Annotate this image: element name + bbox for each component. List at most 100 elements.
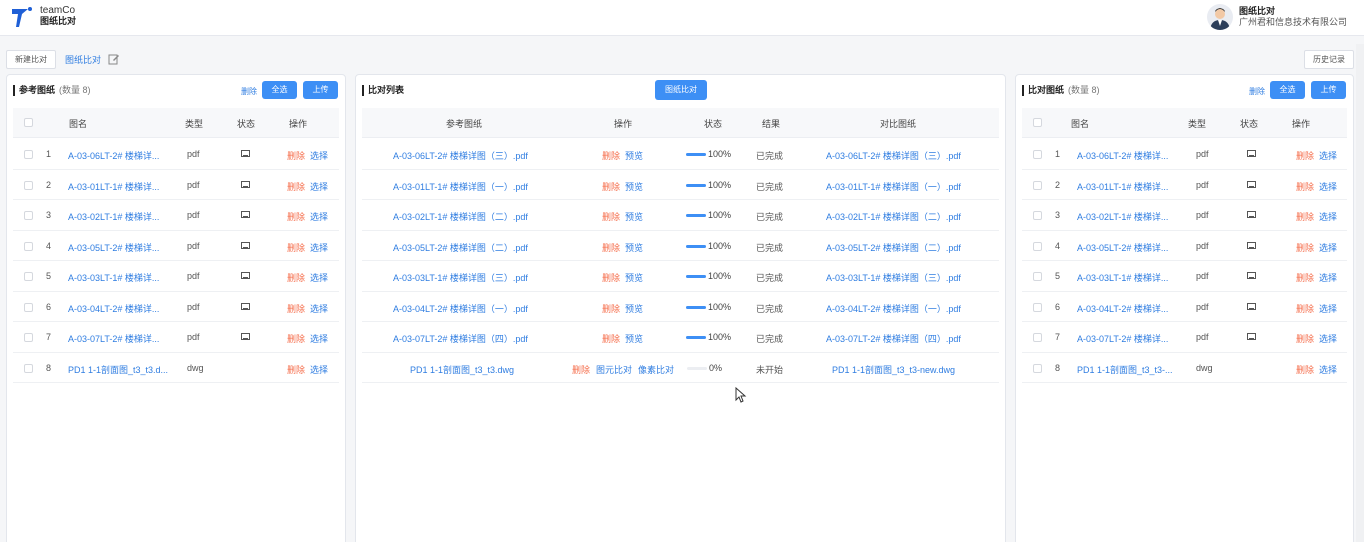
target-file-link[interactable]: PD1 1-1剖面图_t3_t3-new.dwg: [832, 363, 955, 376]
delete-link[interactable]: 删除: [602, 210, 620, 223]
delete-link[interactable]: 删除: [1296, 302, 1314, 315]
avatar[interactable]: [1207, 4, 1233, 30]
file-name-link[interactable]: A-03-04LT-2# 楼梯详...: [68, 302, 159, 315]
reference-file-link[interactable]: A-03-05LT-2# 楼梯详图（二）.pdf: [393, 241, 528, 254]
file-name-link[interactable]: A-03-07LT-2# 楼梯详...: [1077, 332, 1168, 345]
row-checkbox[interactable]: [24, 302, 33, 312]
row-checkbox[interactable]: [1033, 211, 1042, 220]
element-compare-link[interactable]: 图元比对: [596, 363, 632, 376]
delete-link[interactable]: 删除: [1296, 149, 1314, 162]
file-name-link[interactable]: A-03-03LT-1# 楼梯详...: [1077, 271, 1168, 284]
target-file-link[interactable]: A-03-01LT-1# 楼梯详图（一）.pdf: [826, 180, 961, 193]
row-checkbox[interactable]: [24, 363, 33, 373]
preview-link[interactable]: 预览: [625, 241, 643, 254]
page-scrollbar[interactable]: [1356, 44, 1364, 542]
delete-link[interactable]: 删除: [287, 180, 305, 193]
file-name-link[interactable]: A-03-04LT-2# 楼梯详...: [1077, 302, 1168, 315]
delete-link[interactable]: 删除: [287, 271, 305, 284]
preview-link[interactable]: 预览: [625, 180, 643, 193]
row-checkbox[interactable]: [1033, 180, 1042, 190]
select-link[interactable]: 选择: [1319, 241, 1337, 254]
delete-link[interactable]: 删除: [287, 302, 305, 315]
delete-link[interactable]: 删除: [287, 210, 305, 223]
select-link[interactable]: 选择: [310, 180, 328, 193]
reference-file-link[interactable]: A-03-06LT-2# 楼梯详图（三）.pdf: [393, 149, 528, 162]
pixel-compare-link[interactable]: 像素比对: [638, 363, 674, 376]
row-checkbox[interactable]: [1033, 302, 1042, 312]
row-checkbox[interactable]: [1033, 150, 1042, 159]
delete-link[interactable]: 删除: [1296, 241, 1314, 254]
preview-link[interactable]: 预览: [625, 332, 643, 345]
delete-link[interactable]: 删除: [287, 149, 305, 162]
delete-link[interactable]: 删除: [602, 271, 620, 284]
row-checkbox[interactable]: [24, 272, 33, 281]
delete-link[interactable]: 删除: [602, 149, 620, 162]
select-link[interactable]: 选择: [310, 149, 328, 162]
select-all-checkbox[interactable]: [1033, 118, 1042, 127]
row-checkbox[interactable]: [1033, 272, 1042, 281]
delete-link[interactable]: 删除: [1296, 210, 1314, 223]
history-button[interactable]: 历史记录: [1304, 50, 1354, 69]
select-all-checkbox[interactable]: [24, 118, 33, 127]
delete-link[interactable]: 删除: [287, 241, 305, 254]
select-link[interactable]: 选择: [310, 210, 328, 223]
select-link[interactable]: 选择: [310, 302, 328, 315]
select-link[interactable]: 选择: [310, 332, 328, 345]
new-compare-button[interactable]: 新建比对: [6, 50, 56, 69]
target-file-link[interactable]: A-03-07LT-2# 楼梯详图（四）.pdf: [826, 332, 961, 345]
select-link[interactable]: 选择: [1319, 210, 1337, 223]
select-all-button[interactable]: 全选: [262, 81, 297, 99]
preview-link[interactable]: 预览: [625, 149, 643, 162]
reference-file-link[interactable]: A-03-02LT-1# 楼梯详图（二）.pdf: [393, 210, 528, 223]
breadcrumb[interactable]: 图纸比对: [65, 53, 101, 66]
delete-link[interactable]: 删除: [287, 332, 305, 345]
edit-icon[interactable]: [108, 53, 120, 65]
file-name-link[interactable]: A-03-06LT-2# 楼梯详...: [68, 149, 159, 162]
reference-file-link[interactable]: A-03-04LT-2# 楼梯详图（一）.pdf: [393, 302, 528, 315]
delete-link[interactable]: 删除: [1296, 180, 1314, 193]
select-link[interactable]: 选择: [310, 271, 328, 284]
file-name-link[interactable]: PD1 1-1剖面图_t3_t3.d...: [68, 363, 168, 376]
file-name-link[interactable]: A-03-07LT-2# 楼梯详...: [68, 332, 159, 345]
file-name-link[interactable]: A-03-01LT-1# 楼梯详...: [68, 180, 159, 193]
reference-file-link[interactable]: A-03-01LT-1# 楼梯详图（一）.pdf: [393, 180, 528, 193]
delete-selected-link[interactable]: 删除: [1249, 86, 1265, 97]
select-link[interactable]: 选择: [1319, 363, 1337, 376]
reference-file-link[interactable]: A-03-07LT-2# 楼梯详图（四）.pdf: [393, 332, 528, 345]
delete-link[interactable]: 删除: [602, 332, 620, 345]
select-link[interactable]: 选择: [1319, 302, 1337, 315]
upload-button[interactable]: 上传: [303, 81, 338, 99]
delete-link[interactable]: 删除: [1296, 363, 1314, 376]
file-name-link[interactable]: PD1 1-1剖面图_t3_t3-...: [1077, 363, 1173, 376]
delete-link[interactable]: 删除: [287, 363, 305, 376]
file-name-link[interactable]: A-03-06LT-2# 楼梯详...: [1077, 149, 1168, 162]
row-checkbox[interactable]: [24, 211, 33, 220]
select-link[interactable]: 选择: [1319, 180, 1337, 193]
row-checkbox[interactable]: [24, 150, 33, 159]
reference-file-link[interactable]: A-03-03LT-1# 楼梯详图（三）.pdf: [393, 271, 528, 284]
preview-link[interactable]: 预览: [625, 271, 643, 284]
row-checkbox[interactable]: [1033, 241, 1042, 251]
row-checkbox[interactable]: [1033, 333, 1042, 342]
row-checkbox[interactable]: [1033, 363, 1042, 373]
select-link[interactable]: 选择: [1319, 149, 1337, 162]
file-name-link[interactable]: A-03-02LT-1# 楼梯详...: [1077, 210, 1168, 223]
select-link[interactable]: 选择: [310, 363, 328, 376]
delete-link[interactable]: 删除: [1296, 332, 1314, 345]
delete-link[interactable]: 删除: [572, 363, 590, 376]
delete-selected-link[interactable]: 删除: [241, 86, 257, 97]
file-name-link[interactable]: A-03-05LT-2# 楼梯详...: [68, 241, 159, 254]
target-file-link[interactable]: A-03-04LT-2# 楼梯详图（一）.pdf: [826, 302, 961, 315]
select-link[interactable]: 选择: [310, 241, 328, 254]
reference-file-link[interactable]: PD1 1-1剖面图_t3_t3.dwg: [410, 363, 514, 376]
user-info[interactable]: 图纸比对 广州君和信息技术有限公司: [1207, 4, 1352, 32]
upload-button[interactable]: 上传: [1311, 81, 1346, 99]
preview-link[interactable]: 预览: [625, 302, 643, 315]
select-link[interactable]: 选择: [1319, 332, 1337, 345]
row-checkbox[interactable]: [24, 333, 33, 342]
preview-link[interactable]: 预览: [625, 210, 643, 223]
file-name-link[interactable]: A-03-03LT-1# 楼梯详...: [68, 271, 159, 284]
select-link[interactable]: 选择: [1319, 271, 1337, 284]
delete-link[interactable]: 删除: [602, 180, 620, 193]
target-file-link[interactable]: A-03-05LT-2# 楼梯详图（二）.pdf: [826, 241, 961, 254]
